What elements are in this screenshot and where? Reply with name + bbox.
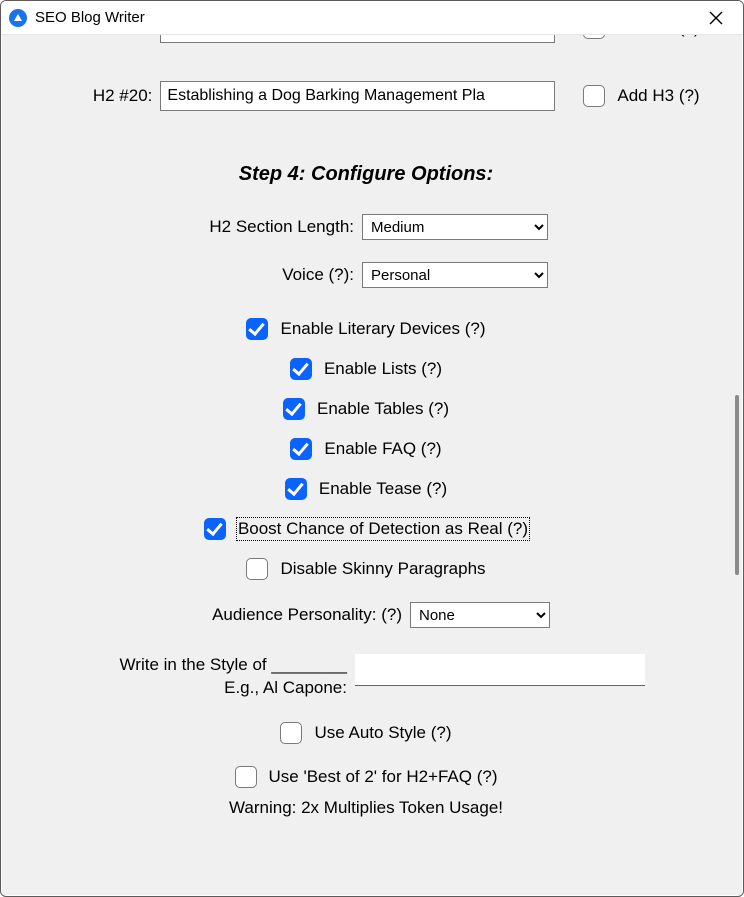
bestof2-warning: Warning: 2x Multiplies Token Usage! bbox=[2, 798, 730, 818]
auto-style-label: Use Auto Style (?) bbox=[314, 723, 451, 743]
voice-label: Voice (?): bbox=[184, 265, 354, 285]
disable-skinny-label: Disable Skinny Paragraphs bbox=[280, 559, 485, 579]
enable-lists-checkbox[interactable] bbox=[290, 358, 312, 380]
opt-boost: Boost Chance of Detection as Real (?) bbox=[2, 518, 730, 540]
enable-tables-checkbox[interactable] bbox=[283, 398, 305, 420]
app-window: SEO Blog Writer H2 #19: Add H3 (?) bbox=[0, 0, 744, 897]
enable-faq-label: Enable FAQ (?) bbox=[324, 439, 441, 459]
app-icon bbox=[9, 9, 27, 27]
style-input[interactable] bbox=[355, 654, 645, 686]
style-line1: Write in the Style of ________ bbox=[87, 654, 347, 677]
window-close-button[interactable] bbox=[699, 4, 733, 32]
disable-skinny-checkbox[interactable] bbox=[246, 558, 268, 580]
opt-bestof2: Use 'Best of 2' for H2+FAQ (?) bbox=[2, 766, 730, 788]
enable-tease-checkbox[interactable] bbox=[285, 478, 307, 500]
enable-tease-label: Enable Tease (?) bbox=[319, 479, 447, 499]
enable-literary-label: Enable Literary Devices (?) bbox=[280, 319, 485, 339]
voice-select[interactable]: Personal bbox=[362, 262, 548, 288]
boost-detection-checkbox[interactable] bbox=[204, 518, 226, 540]
style-line2: E.g., Al Capone: bbox=[87, 677, 347, 700]
enable-faq-checkbox[interactable] bbox=[290, 438, 312, 460]
section-length-label: H2 Section Length: bbox=[184, 217, 354, 237]
section-length-select[interactable]: Medium bbox=[362, 214, 548, 240]
style-row: Write in the Style of ________ E.g., Al … bbox=[2, 654, 730, 700]
section-length-row: H2 Section Length: Medium bbox=[2, 214, 730, 240]
titlebar: SEO Blog Writer bbox=[1, 1, 743, 35]
h2-20-add-h3-label: Add H3 (?) bbox=[617, 86, 699, 106]
h2-19-input[interactable] bbox=[160, 35, 555, 43]
h2-20-input[interactable] bbox=[160, 81, 555, 111]
bestof2-label: Use 'Best of 2' for H2+FAQ (?) bbox=[269, 767, 498, 787]
auto-style-checkbox[interactable] bbox=[280, 722, 302, 744]
bestof2-checkbox[interactable] bbox=[235, 766, 257, 788]
window-title: SEO Blog Writer bbox=[35, 9, 145, 26]
opt-autostyle: Use Auto Style (?) bbox=[2, 722, 730, 744]
client-area: H2 #19: Add H3 (?) H2 #20: Add H3 (?) St… bbox=[2, 35, 742, 895]
close-icon bbox=[709, 11, 723, 25]
enable-literary-checkbox[interactable] bbox=[246, 318, 268, 340]
opt-faq: Enable FAQ (?) bbox=[2, 438, 730, 460]
opt-tease: Enable Tease (?) bbox=[2, 478, 730, 500]
audience-row: Audience Personality: (?) None bbox=[2, 602, 730, 628]
audience-label: Audience Personality: (?) bbox=[182, 605, 402, 625]
h2-19-add-h3-checkbox[interactable] bbox=[583, 35, 605, 39]
enable-lists-label: Enable Lists (?) bbox=[324, 359, 442, 379]
scrollbar-thumb[interactable] bbox=[735, 395, 739, 575]
h2-row-20: H2 #20: Add H3 (?) bbox=[2, 81, 730, 111]
audience-select[interactable]: None bbox=[410, 602, 550, 628]
h2-row-19-clipped: H2 #19: Add H3 (?) bbox=[2, 35, 730, 43]
opt-tables: Enable Tables (?) bbox=[2, 398, 730, 420]
scroll-content: H2 #19: Add H3 (?) H2 #20: Add H3 (?) St… bbox=[2, 35, 742, 895]
h2-19-label: H2 #19: bbox=[32, 35, 152, 38]
enable-tables-label: Enable Tables (?) bbox=[317, 399, 449, 419]
style-prompt: Write in the Style of ________ E.g., Al … bbox=[87, 654, 347, 700]
boost-detection-label: Boost Chance of Detection as Real (?) bbox=[238, 519, 528, 539]
h2-20-add-h3-checkbox[interactable] bbox=[583, 85, 605, 107]
h2-19-add-h3-label: Add H3 (?) bbox=[617, 35, 699, 38]
opt-lists: Enable Lists (?) bbox=[2, 358, 730, 380]
opt-literary: Enable Literary Devices (?) bbox=[2, 318, 730, 340]
opt-skinny: Disable Skinny Paragraphs bbox=[2, 558, 730, 580]
step4-heading: Step 4: Configure Options: bbox=[2, 163, 730, 186]
h2-20-label: H2 #20: bbox=[32, 86, 152, 106]
voice-row: Voice (?): Personal bbox=[2, 262, 730, 288]
